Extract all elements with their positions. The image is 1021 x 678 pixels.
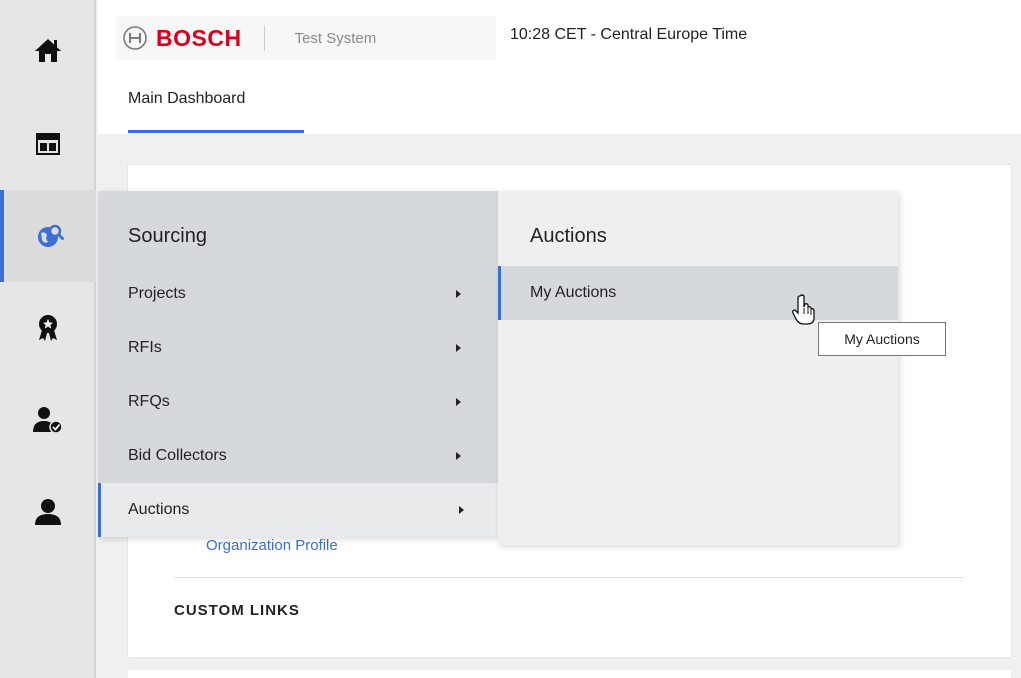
tab-main-dashboard[interactable]: Main Dashboard [128,90,245,120]
rail-item-sourcing[interactable] [0,190,96,282]
secondary-card [128,670,1011,678]
top-header: BOSCH Test System 10:28 CET - Central Eu… [98,0,1021,134]
menu-item-rfis[interactable]: RFIs [98,321,498,375]
brand-bar: BOSCH Test System [116,16,496,60]
menu-item-label: Auctions [128,501,190,518]
tooltip: My Auctions [818,322,946,356]
rail-item-home[interactable] [0,4,96,96]
hand-cursor-icon [792,294,815,325]
rail-item-dashboard[interactable] [0,98,96,190]
chevron-right-icon [456,290,461,298]
award-icon [39,315,57,341]
organization-profile-link[interactable]: Organization Profile [206,537,338,554]
chevron-right-icon [456,344,461,352]
user-check-icon [33,407,63,434]
system-label: Test System [294,29,377,47]
home-icon [35,39,61,62]
menu-item-projects[interactable]: Projects [98,267,498,321]
menu-item-label: RFQs [128,393,170,410]
menu-item-label: Projects [128,285,186,302]
menu-item-auctions[interactable]: Auctions [98,483,498,537]
bosch-logo-icon[interactable] [122,25,148,51]
dashboard-icon [36,133,60,155]
brand-name[interactable]: BOSCH [156,25,242,52]
submenu-heading: Auctions [530,225,607,247]
menu-item-rfqs[interactable]: RFQs [98,375,498,429]
submenu-item-label: My Auctions [530,284,617,301]
chevron-right-icon [459,506,464,514]
user-icon [35,499,61,525]
menu-item-label: Bid Collectors [128,447,227,464]
custom-links-heading: CUSTOM LINKS [174,602,300,619]
sourcing-menu: Sourcing Projects RFIs RFQs Bid Collecto… [98,191,498,537]
chevron-right-icon [456,452,461,460]
rail-item-user-check[interactable] [0,374,96,466]
rail-item-user[interactable] [0,466,96,558]
submenu-item-my-auctions[interactable]: My Auctions [498,266,898,320]
sourcing-globe-icon [38,224,64,247]
menu-item-bid-collectors[interactable]: Bid Collectors [98,429,498,483]
timezone-clock: 10:28 CET - Central Europe Time [510,26,748,43]
auctions-submenu: Auctions My Auctions [498,191,898,545]
menu-item-label: RFIs [128,339,162,356]
card-divider [174,577,964,578]
active-tab-indicator [128,130,304,133]
left-icon-rail [0,0,96,678]
brand-divider [263,25,265,51]
menu-heading: Sourcing [128,225,207,247]
rail-item-award[interactable] [0,282,96,374]
chevron-right-icon [456,398,461,406]
